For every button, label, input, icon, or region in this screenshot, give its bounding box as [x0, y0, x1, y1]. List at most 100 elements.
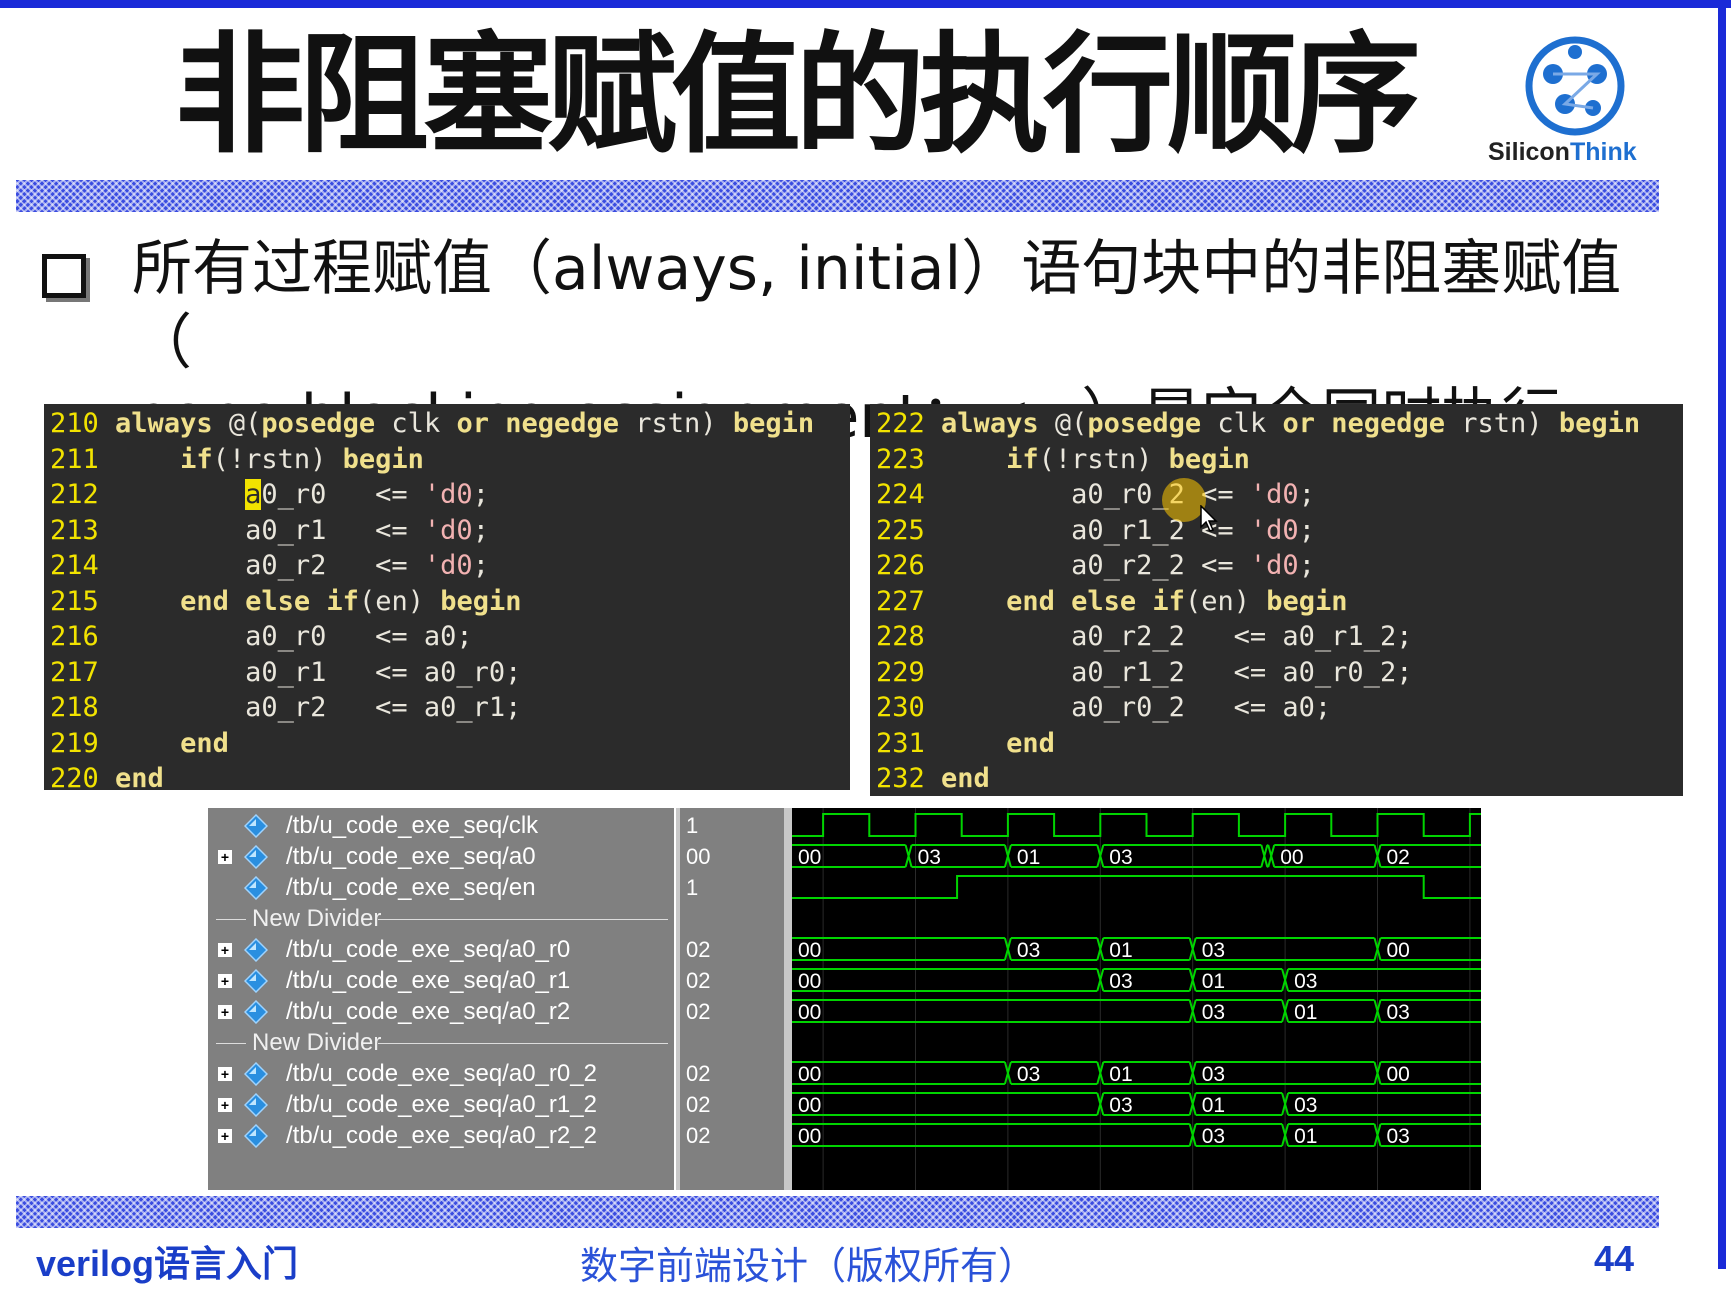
wave-bus-value: 03 [1387, 1125, 1410, 1148]
wave-bus-value: 00 [1280, 846, 1303, 869]
code-line: 212 a0_r0 <= 'd0; [50, 477, 850, 513]
wave-bus-value: 03 [1387, 1001, 1410, 1024]
wave-signal-row[interactable]: + /tb/u_code_exe_seq/a0_r1 [208, 964, 674, 998]
wave-bus-value: 03 [1294, 1094, 1317, 1117]
code-text[interactable]: a0_r1_2 <= a0_r0_2; [941, 657, 1412, 688]
wave-signal-row[interactable]: + /tb/u_code_exe_seq/a0_r2_2 [208, 1119, 674, 1153]
expand-plus-icon[interactable]: + [218, 1098, 232, 1112]
code-text[interactable]: if(!rstn) begin [941, 444, 1250, 475]
wave-bus-value: 03 [1202, 1001, 1225, 1024]
wave-clk-trace [792, 813, 1481, 837]
signal-diamond-icon [244, 938, 268, 962]
line-number: 216 [50, 621, 99, 652]
signal-path: /tb/u_code_exe_seq/a0_r0_2 [286, 1060, 597, 1087]
wave-signal-row[interactable]: + /tb/u_code_exe_seq/a0_r1_2 [208, 1088, 674, 1122]
signal-path: /tb/u_code_exe_seq/a0_r2 [286, 998, 571, 1025]
code-text[interactable]: a0_r2_2 <= 'd0; [941, 550, 1315, 581]
code-line: 228 a0_r2_2 <= a0_r1_2; [876, 619, 1683, 655]
line-number: 222 [876, 408, 925, 439]
signal-diamond-icon [244, 1124, 268, 1148]
wave-bus-value: 03 [1017, 939, 1040, 962]
signal-path: /tb/u_code_exe_seq/clk [286, 812, 539, 839]
wave-signal-row[interactable]: /tb/u_code_exe_seq/clk [208, 809, 674, 843]
code-line: 220 end [50, 761, 850, 790]
wave-bus-transition [1267, 844, 1276, 868]
wave-divider[interactable]: New Divider [208, 902, 674, 936]
code-line: 210 always @(posedge clk or negedge rstn… [50, 406, 850, 442]
code-text[interactable]: a0_r1 <= a0_r0; [115, 657, 521, 688]
expand-plus-icon[interactable]: + [218, 974, 232, 988]
signal-diamond-icon [244, 1093, 268, 1117]
code-line: 218 a0_r2 <= a0_r1; [50, 690, 850, 726]
expand-plus-icon[interactable]: + [218, 1067, 232, 1081]
signal-diamond-icon [244, 876, 268, 900]
wave-signal-names: /tb/u_code_exe_seq/clk + /tb/u_code_exe_se… [208, 808, 674, 1190]
code-text[interactable]: always @(posedge clk or negedge rstn) be… [941, 408, 1640, 439]
code-text[interactable]: a0_r2_2 <= a0_r1_2; [941, 621, 1412, 652]
code-text[interactable]: a0_r1_2 <= 'd0; [941, 515, 1315, 546]
code-text[interactable]: end [115, 763, 164, 790]
line-number: 228 [876, 621, 925, 652]
wave-signal-row[interactable]: + /tb/u_code_exe_seq/a0_r0 [208, 933, 674, 967]
line-number: 215 [50, 585, 99, 617]
code-text[interactable]: end else if(en) begin [941, 586, 1347, 617]
code-text[interactable]: a0_r0_2 <= a0; [941, 692, 1331, 723]
code-text[interactable]: end [115, 728, 229, 759]
code-text[interactable]: a0_r2 <= a0_r1; [115, 692, 521, 723]
signal-value: 02 [686, 1092, 711, 1117]
code-panel-left: 210 always @(posedge clk or negedge rstn… [44, 404, 850, 790]
line-number: 212 [50, 479, 99, 510]
code-line: 229 a0_r1_2 <= a0_r0_2; [876, 655, 1683, 691]
line-number: 232 [876, 763, 925, 794]
code-text[interactable]: a0_r2 <= 'd0; [115, 550, 489, 581]
slide-frame-top [0, 0, 1731, 8]
code-text[interactable]: if(!rstn) begin [115, 444, 424, 475]
wave-bus-value: 00 [1387, 939, 1410, 962]
code-panel-right: 222 always @(posedge clk or negedge rstn… [870, 404, 1683, 796]
wave-bus-value: 02 [1387, 846, 1410, 869]
code-text[interactable]: end [941, 763, 990, 794]
expand-plus-icon[interactable]: + [218, 1129, 232, 1143]
code-line: 211 if(!rstn) begin [50, 442, 850, 478]
code-text[interactable]: a0_r0 <= a0; [115, 621, 473, 652]
wave-splitter[interactable] [784, 808, 792, 1190]
bullet-line-1: 所有过程赋值（always, initial）语句块中的非阻塞赋值（ [132, 234, 1622, 378]
signal-path: /tb/u_code_exe_seq/a0_r2_2 [286, 1122, 597, 1149]
signal-value: 1 [686, 813, 699, 838]
code-line: 231 end [876, 726, 1683, 762]
line-number: 231 [876, 727, 925, 759]
code-line: 225 a0_r1_2 <= 'd0; [876, 513, 1683, 549]
top-hatch-bar [16, 180, 1659, 212]
code-text[interactable]: always @(posedge clk or negedge rstn) be… [115, 408, 814, 439]
wave-signal-row[interactable]: + /tb/u_code_exe_seq/a0_r0_2 [208, 1057, 674, 1091]
code-text[interactable]: a0_r0 <= 'd0; [115, 479, 489, 510]
wave-bus-value: 00 [798, 939, 821, 962]
slide-title: 非阻塞赋值的执行顺序 [174, 19, 1421, 171]
wave-bus-value: 03 [1202, 1063, 1225, 1086]
code-line: 213 a0_r1 <= 'd0; [50, 513, 850, 549]
wave-signal-row[interactable]: + /tb/u_code_exe_seq/a0 [208, 840, 674, 874]
wave-bus-value: 03 [1109, 1094, 1132, 1117]
code-text[interactable]: end else if(en) begin [115, 586, 521, 617]
signal-value: 02 [686, 1123, 711, 1148]
footer-copyright: 数字前端设计（版权所有） [580, 1244, 1037, 1288]
expand-plus-icon[interactable]: + [218, 943, 232, 957]
wave-bus-value: 01 [1109, 1063, 1132, 1086]
expand-plus-icon[interactable]: + [218, 1005, 232, 1019]
code-text[interactable]: end [941, 728, 1055, 759]
wave-bus-value: 00 [798, 1125, 821, 1148]
code-text[interactable]: a0_r0_2 <= 'd0; [941, 479, 1315, 510]
line-number: 210 [50, 408, 99, 439]
wave-divider[interactable]: New Divider [208, 1026, 674, 1060]
expand-plus-icon[interactable]: + [218, 850, 232, 864]
code-text[interactable]: a0_r1 <= 'd0; [115, 515, 489, 546]
line-number: 227 [876, 585, 925, 617]
wave-bus-value: 01 [1202, 1094, 1225, 1117]
logo-wordmark: SiliconThink [1488, 138, 1637, 167]
wave-signal-row[interactable]: /tb/u_code_exe_seq/en [208, 871, 674, 905]
line-number: 226 [876, 550, 925, 581]
signal-value: 02 [686, 999, 711, 1024]
signal-value: 02 [686, 968, 711, 993]
wave-signal-row[interactable]: + /tb/u_code_exe_seq/a0_r2 [208, 995, 674, 1029]
code-line: 230 a0_r0_2 <= a0; [876, 690, 1683, 726]
